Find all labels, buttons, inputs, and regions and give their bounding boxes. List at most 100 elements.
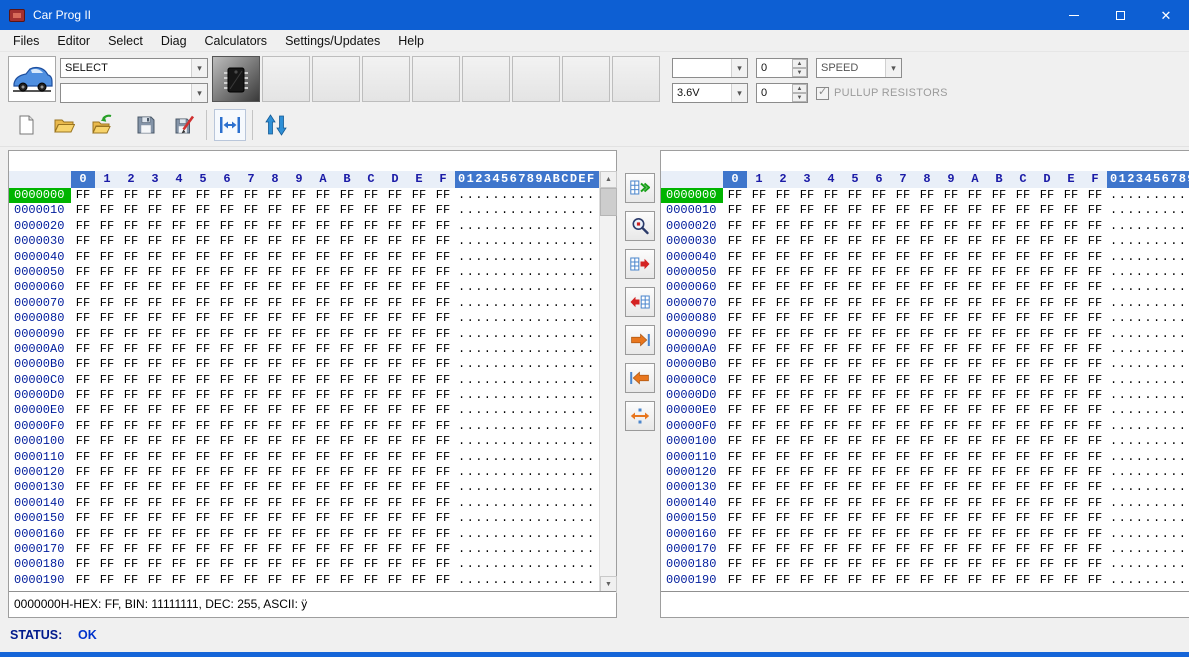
hex-cell[interactable]: FF [71,403,95,418]
hex-cell[interactable]: FF [891,357,915,372]
hex-cell[interactable]: FF [1083,557,1107,572]
ascii-cell[interactable]: ................ [1107,542,1189,557]
hex-cell[interactable]: FF [963,327,987,342]
hex-cell[interactable]: FF [263,434,287,449]
hex-cell[interactable]: FF [287,542,311,557]
toolbar-blank-button[interactable] [462,56,510,102]
hex-cell[interactable]: FF [747,465,771,480]
hex-cell[interactable]: FF [311,511,335,526]
hex-cell[interactable]: FF [987,557,1011,572]
hex-cell[interactable]: FF [963,480,987,495]
hex-cell[interactable]: FF [843,296,867,311]
hex-cell[interactable]: FF [119,511,143,526]
scroll-up-icon[interactable]: ▲ [600,171,617,188]
hex-cell[interactable]: FF [359,203,383,218]
hex-cell[interactable]: FF [287,511,311,526]
hex-cell[interactable]: FF [867,250,891,265]
hex-cell[interactable]: FF [819,542,843,557]
hex-cell[interactable]: FF [1059,496,1083,511]
hex-cell[interactable]: FF [143,219,167,234]
hex-cell[interactable]: FF [1059,311,1083,326]
hex-cell[interactable]: FF [987,465,1011,480]
hex-cell[interactable]: FF [335,557,359,572]
hex-cell[interactable]: FF [963,511,987,526]
hex-cell[interactable]: FF [915,296,939,311]
hex-cell[interactable]: FF [771,250,795,265]
hex-cell[interactable]: FF [287,327,311,342]
hex-cell[interactable]: FF [407,373,431,388]
hex-cell[interactable]: FF [407,234,431,249]
transfer-verify-button[interactable] [625,173,655,203]
hex-cell[interactable]: FF [383,311,407,326]
hex-cell[interactable]: FF [747,388,771,403]
hex-cell[interactable]: FF [167,327,191,342]
hex-cell[interactable]: FF [431,527,455,542]
hex-cell[interactable]: FF [819,265,843,280]
hex-cell[interactable]: FF [987,265,1011,280]
hex-cell[interactable]: FF [167,311,191,326]
hex-cell[interactable]: FF [215,573,239,588]
hex-cell[interactable]: FF [891,434,915,449]
hex-cell[interactable]: FF [987,373,1011,388]
hex-cell[interactable]: FF [867,357,891,372]
hex-cell[interactable]: FF [771,357,795,372]
ascii-cell[interactable]: ................ [455,511,599,526]
hex-cell[interactable]: FF [359,311,383,326]
hex-cell[interactable]: FF [191,234,215,249]
hex-cell[interactable]: FF [987,403,1011,418]
hex-cell[interactable]: FF [239,234,263,249]
hex-cell[interactable]: FF [771,234,795,249]
hex-cell[interactable]: FF [263,465,287,480]
hex-cell[interactable]: FF [191,342,215,357]
ascii-cell[interactable]: ................ [1107,465,1189,480]
hex-cell[interactable]: FF [1011,450,1035,465]
hex-cell[interactable]: FF [891,327,915,342]
hex-cell[interactable]: FF [335,188,359,203]
hex-cell[interactable]: FF [95,496,119,511]
hex-cell[interactable]: FF [795,296,819,311]
hex-cell[interactable]: FF [867,511,891,526]
hex-cell[interactable]: FF [359,327,383,342]
hex-cell[interactable]: FF [167,419,191,434]
hex-cell[interactable]: FF [1035,296,1059,311]
hex-cell[interactable]: FF [71,296,95,311]
hex-cell[interactable]: FF [1083,480,1107,495]
ascii-cell[interactable]: ................ [1107,450,1189,465]
interface-dropdown[interactable]: ▾ [672,58,748,78]
hex-cell[interactable]: FF [795,434,819,449]
hex-cell[interactable]: FF [987,203,1011,218]
ascii-cell[interactable]: ................ [1107,480,1189,495]
hex-cell[interactable]: FF [311,419,335,434]
hex-cell[interactable]: FF [263,188,287,203]
hex-cell[interactable]: FF [311,265,335,280]
ascii-cell[interactable]: ................ [1107,327,1189,342]
hex-cell[interactable]: FF [795,203,819,218]
hex-cell[interactable]: FF [867,265,891,280]
hex-cell[interactable]: FF [215,265,239,280]
hex-cell[interactable]: FF [1035,219,1059,234]
hex-cell[interactable]: FF [1059,188,1083,203]
hex-cell[interactable]: FF [119,296,143,311]
hex-cell[interactable]: FF [287,296,311,311]
ascii-cell[interactable]: ................ [455,527,599,542]
hex-cell[interactable]: FF [431,573,455,588]
hex-cell[interactable]: FF [215,465,239,480]
copy-to-right-button[interactable] [625,249,655,279]
toolbar-blank-button[interactable] [412,56,460,102]
hex-cell[interactable]: FF [843,280,867,295]
hex-cell[interactable]: FF [939,557,963,572]
hex-cell[interactable]: FF [819,296,843,311]
hex-cell[interactable]: FF [71,388,95,403]
hex-cell[interactable]: FF [167,234,191,249]
hex-cell[interactable]: FF [431,250,455,265]
hex-cell[interactable]: FF [167,280,191,295]
hex-cell[interactable]: FF [1035,419,1059,434]
hex-cell[interactable]: FF [287,203,311,218]
hex-cell[interactable]: FF [287,419,311,434]
hex-cell[interactable]: FF [215,511,239,526]
hex-cell[interactable]: FF [795,357,819,372]
hex-cell[interactable]: FF [915,434,939,449]
hex-cell[interactable]: FF [167,557,191,572]
hex-cell[interactable]: FF [771,527,795,542]
hex-cell[interactable]: FF [987,434,1011,449]
